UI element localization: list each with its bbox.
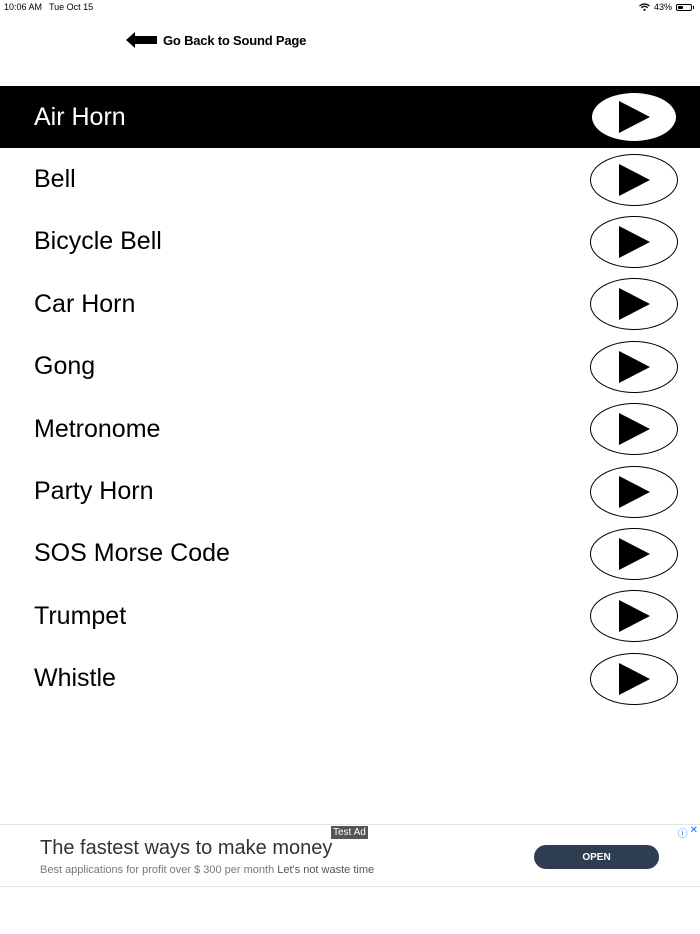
ad-tag: Test Ad <box>331 826 368 839</box>
battery-icon <box>676 3 692 11</box>
play-icon <box>619 413 650 446</box>
play-button[interactable] <box>590 278 678 331</box>
sound-list: Air Horn Bell Bicycle Bell Car Horn Gong Metr… <box>0 86 700 710</box>
status-date: Tue Oct 15 <box>49 2 94 12</box>
battery-fill <box>678 5 683 9</box>
play-button[interactable] <box>590 153 678 206</box>
ad-headline[interactable]: The fastest ways to make money <box>40 837 332 860</box>
sound-row[interactable]: Party Horn <box>0 460 700 522</box>
ad-open-button[interactable]: OPEN <box>534 845 659 869</box>
play-button[interactable] <box>590 340 678 393</box>
ad-subtext-line: Best applications for profit over $ 300 … <box>40 864 374 876</box>
play-icon <box>619 101 650 134</box>
play-button[interactable] <box>591 92 677 143</box>
play-icon <box>619 600 650 633</box>
sound-name: Trumpet <box>34 601 127 630</box>
battery-nub <box>693 5 694 9</box>
sound-row[interactable]: Bicycle Bell <box>0 211 700 273</box>
back-to-sound-page-link[interactable]: Go Back to Sound Page <box>126 32 306 48</box>
left-arrow-icon <box>126 32 157 48</box>
status-right: 43% <box>639 2 694 12</box>
play-button[interactable] <box>590 465 678 518</box>
play-icon <box>619 350 650 383</box>
sound-name: Metronome <box>34 414 161 443</box>
play-button[interactable] <box>590 403 678 456</box>
play-icon <box>619 475 650 508</box>
ad-subtext: Best applications for profit over $ 300 … <box>40 864 275 876</box>
sound-name: SOS Morse Code <box>34 539 230 568</box>
sound-name: Air Horn <box>34 102 126 131</box>
sound-name: Car Horn <box>34 289 136 318</box>
wifi-icon <box>639 3 650 11</box>
ad-controls: ⓘ ✕ <box>678 825 698 840</box>
sound-name: Bicycle Bell <box>34 227 162 256</box>
sound-row[interactable]: Gong <box>0 336 700 398</box>
sound-row[interactable]: Bell <box>0 148 700 210</box>
sound-row[interactable]: Metronome <box>0 398 700 460</box>
status-time: 10:06 AM <box>4 2 43 12</box>
sound-row[interactable]: SOS Morse Code <box>0 523 700 585</box>
play-button[interactable] <box>590 527 678 580</box>
sound-row[interactable]: Trumpet <box>0 585 700 647</box>
ad-banner[interactable]: Test Ad ⓘ ✕ The fastest ways to make mon… <box>0 824 700 887</box>
status-bar: 10:06 AM Tue Oct 15 43% <box>0 0 700 14</box>
ad-info-icon[interactable]: ⓘ <box>678 825 688 840</box>
play-icon <box>619 288 650 321</box>
play-button[interactable] <box>590 590 678 643</box>
play-icon <box>619 163 650 196</box>
play-icon <box>619 225 650 258</box>
ad-close-icon[interactable]: ✕ <box>690 825 698 840</box>
sound-name: Gong <box>34 352 96 381</box>
sound-row[interactable]: Car Horn <box>0 273 700 335</box>
sound-name: Bell <box>34 165 76 194</box>
play-button[interactable] <box>590 215 678 268</box>
battery-percent: 43% <box>653 2 672 12</box>
play-icon <box>619 662 650 695</box>
back-link-label: Go Back to Sound Page <box>163 32 307 48</box>
sound-row[interactable]: Air Horn <box>0 86 700 149</box>
sound-row[interactable]: Whistle <box>0 648 700 710</box>
ad-subtext-extra: Let's not waste time <box>277 864 375 876</box>
sound-name: Party Horn <box>34 477 154 506</box>
sound-name: Whistle <box>34 664 116 693</box>
play-icon <box>619 537 650 570</box>
play-button[interactable] <box>590 652 678 705</box>
